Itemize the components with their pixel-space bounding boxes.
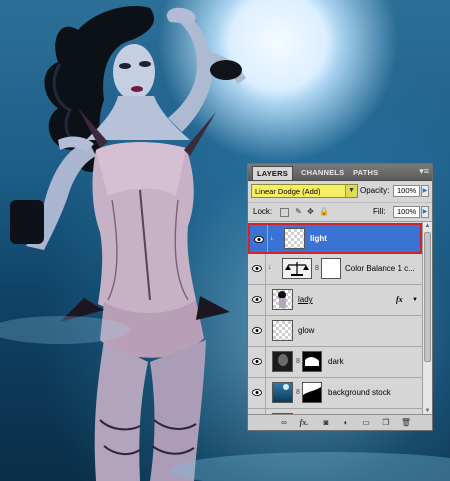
lock-position-icon[interactable]: ✥ [306, 207, 315, 216]
visibility-toggle[interactable] [248, 316, 266, 346]
link-icon[interactable]: 8 [315, 265, 319, 273]
visibility-toggle[interactable] [248, 378, 266, 408]
tab-layers[interactable]: LAYERS [252, 166, 293, 180]
background-thumbnail-image [283, 384, 289, 390]
color-balance-icon [285, 262, 309, 276]
link-layers-icon[interactable]: ∞ [278, 417, 290, 428]
blend-mode-select[interactable]: Linear Dodge (Add) ▼ [251, 184, 358, 198]
mask-shape [303, 387, 321, 402]
chevron-down-icon: ▼ [345, 185, 357, 197]
clipping-arrow-icon: ↓ [270, 235, 274, 242]
adjustment-thumbnail[interactable] [282, 258, 312, 279]
lock-label: Lock: [253, 207, 273, 216]
scroll-up-icon[interactable]: ▲ [423, 222, 432, 231]
link-icon[interactable]: 8 [296, 358, 300, 366]
layer-mask-thumbnail[interactable] [302, 351, 322, 372]
layer-thumbnail[interactable] [272, 382, 293, 403]
fill-input[interactable]: 100% [393, 206, 420, 218]
blend-opacity-row: Linear Dodge (Add) ▼ Opacity: 100% ▶ [248, 181, 432, 203]
dark-thumbnail-image [278, 354, 288, 366]
layer-thumbnail[interactable] [272, 320, 293, 341]
add-mask-icon[interactable]: ◙ [320, 417, 332, 428]
eye-icon [252, 327, 262, 334]
new-group-icon[interactable]: ▭ [360, 417, 372, 428]
fx-icon[interactable]: fx [396, 295, 403, 305]
layer-name[interactable]: dark [328, 357, 344, 367]
lady-thumbnail-image [278, 291, 286, 308]
tab-paths[interactable]: PATHS [349, 166, 382, 180]
visibility-toggle[interactable] [248, 254, 266, 284]
layers-scrollbar[interactable]: ▲ ▼ [422, 222, 432, 416]
scrollbar-thumb[interactable] [424, 232, 431, 362]
panel-menu-icon[interactable]: ▾≡ [419, 166, 429, 177]
layers-panel: LAYERS CHANNELS PATHS × ▾≡ Linear Dodge … [247, 163, 433, 431]
layer-name[interactable]: lady [298, 295, 313, 305]
expand-effects-icon[interactable]: ▼ [412, 295, 418, 305]
layer-mask-thumbnail[interactable] [302, 382, 322, 403]
layer-row-light[interactable]: ↓ light [248, 223, 422, 254]
eye-icon [252, 296, 262, 303]
lock-fill-row: Lock: ✎ ✥ 🔒 Fill: 100% ▶ [248, 203, 432, 222]
layer-mask-thumbnail[interactable] [321, 258, 341, 279]
visibility-toggle[interactable] [248, 347, 266, 377]
layer-thumbnail[interactable] [272, 351, 293, 372]
layer-row-background-stock[interactable]: 8 background stock [248, 378, 422, 409]
eye-icon [254, 236, 264, 243]
lock-image-pixels-icon[interactable]: ✎ [294, 207, 303, 216]
layers-bottom-toolbar: ∞ fx. ◙ ◐ ▭ ❐ 🗑 [248, 414, 432, 430]
layers-list: ↓ light ↓ 8 Color Balance 1 c... lady fx… [248, 222, 422, 416]
fill-arrow-icon[interactable]: ▶ [421, 206, 429, 218]
lock-transparent-pixels-icon[interactable] [280, 208, 289, 217]
visibility-toggle[interactable] [248, 285, 266, 315]
lock-all-icon[interactable]: 🔒 [319, 207, 329, 216]
layer-row-dark[interactable]: 8 dark [248, 347, 422, 378]
visibility-toggle[interactable] [250, 225, 268, 252]
new-layer-icon[interactable]: ❐ [380, 417, 392, 428]
blend-mode-value: Linear Dodge (Add) [255, 187, 321, 196]
eye-icon [252, 358, 262, 365]
eye-icon [252, 265, 262, 272]
layer-name[interactable]: Color Balance 1 c... [345, 264, 415, 274]
layer-name[interactable]: glow [298, 326, 314, 336]
delete-layer-icon[interactable]: 🗑 [400, 417, 412, 428]
panel-tab-bar: LAYERS CHANNELS PATHS × ▾≡ [248, 164, 432, 181]
layer-row-lady[interactable]: lady fx ▼ [248, 285, 422, 316]
tab-channels[interactable]: CHANNELS [297, 166, 348, 180]
new-fill-adjustment-icon[interactable]: ◐ [340, 417, 352, 428]
layer-thumbnail[interactable] [284, 228, 305, 249]
layer-name[interactable]: background stock [328, 388, 391, 398]
layer-name[interactable]: light [310, 234, 327, 244]
layer-row-glow[interactable]: glow [248, 316, 422, 347]
layer-row-color-balance[interactable]: ↓ 8 Color Balance 1 c... [248, 254, 422, 285]
clipping-arrow-icon: ↓ [268, 264, 272, 271]
close-tab-icon[interactable]: × [288, 167, 293, 177]
opacity-input[interactable]: 100% [393, 185, 420, 197]
opacity-label: Opacity: [360, 186, 390, 195]
add-layer-style-icon[interactable]: fx. [298, 417, 310, 428]
fill-label: Fill: [373, 207, 386, 216]
link-icon[interactable]: 8 [296, 389, 300, 397]
eye-icon [252, 389, 262, 396]
opacity-arrow-icon[interactable]: ▶ [421, 185, 429, 197]
mask-shape [305, 357, 319, 366]
layer-thumbnail[interactable] [272, 289, 293, 310]
